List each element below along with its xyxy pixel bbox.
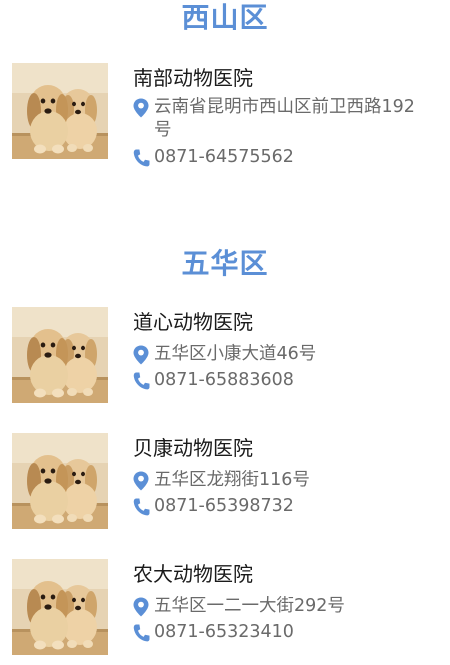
clinic-name: 道心动物医院	[133, 310, 253, 334]
clinic-address[interactable]: 五华区一二一大街292号	[132, 595, 432, 618]
location-pin-icon	[132, 345, 150, 365]
puppies-photo	[12, 559, 108, 655]
clinic-phone[interactable]: 0871-65323410	[132, 621, 432, 644]
address-text: 云南省昆明市西山区前卫西路192号	[154, 97, 415, 140]
clinic-address[interactable]: 五华区小康大道46号	[132, 343, 432, 366]
address-text: 五华区一二一大街292号	[154, 596, 345, 616]
clinic-phone[interactable]: 0871-64575562	[132, 146, 432, 169]
clinic-address[interactable]: 云南省昆明市西山区前卫西路192号	[132, 96, 432, 142]
puppies-photo	[12, 307, 108, 403]
clinic-phone[interactable]: 0871-65398732	[132, 495, 432, 518]
clinic-name: 农大动物医院	[133, 562, 253, 586]
phone-number: 0871-64575562	[154, 147, 294, 167]
clinic-phone[interactable]: 0871-65883608	[132, 369, 432, 392]
phone-icon	[132, 371, 150, 391]
section-title-wuhua: 五华区	[181, 247, 269, 280]
phone-icon	[132, 497, 150, 517]
phone-icon	[132, 148, 150, 168]
section-title-xishan: 西山区	[181, 1, 269, 34]
phone-icon	[132, 623, 150, 643]
location-pin-icon	[132, 98, 150, 118]
address-text: 五华区龙翔街116号	[154, 470, 310, 490]
location-pin-icon	[132, 471, 150, 491]
puppies-photo	[12, 63, 108, 159]
phone-number: 0871-65398732	[154, 496, 294, 516]
location-pin-icon	[132, 597, 150, 617]
address-text: 五华区小康大道46号	[154, 344, 317, 364]
clinic-address[interactable]: 五华区龙翔街116号	[132, 469, 432, 492]
phone-number: 0871-65883608	[154, 370, 294, 390]
clinic-name: 南部动物医院	[133, 66, 253, 90]
clinic-name: 贝康动物医院	[133, 436, 253, 460]
puppies-photo	[12, 433, 108, 529]
phone-number: 0871-65323410	[154, 622, 294, 642]
